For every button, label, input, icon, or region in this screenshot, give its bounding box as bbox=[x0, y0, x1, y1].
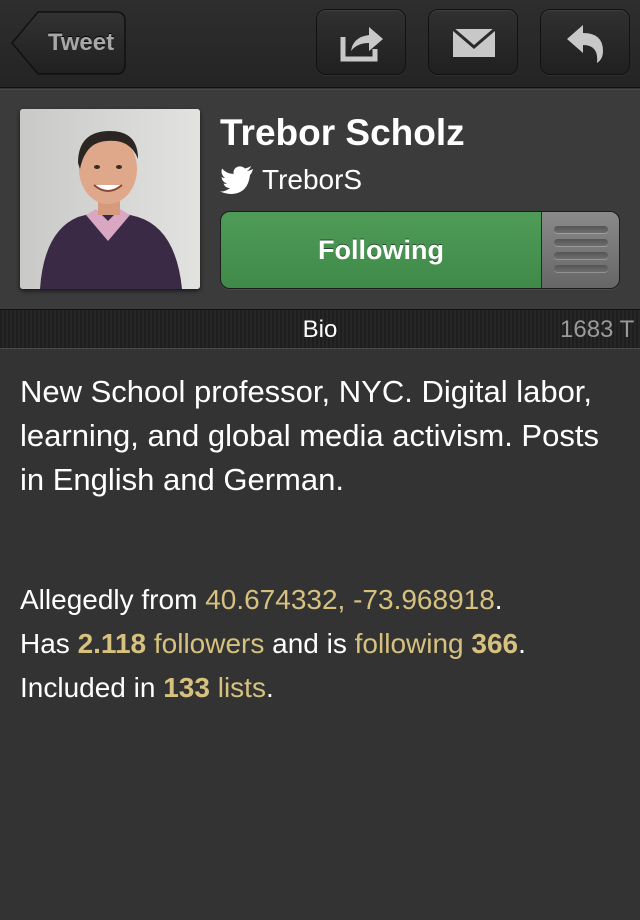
back-button-label: Tweet bbox=[47, 29, 115, 56]
tab-tweets[interactable]: 1683 T bbox=[560, 310, 634, 348]
profile-handle: TreborS bbox=[262, 164, 363, 195]
has-prefix: Has bbox=[20, 628, 78, 659]
menu-bar-icon bbox=[554, 226, 608, 233]
follow-options-button[interactable] bbox=[541, 212, 619, 288]
lists-link[interactable]: lists bbox=[210, 672, 266, 703]
handle-row: TreborS bbox=[220, 162, 362, 198]
location-line: Allegedly from 40.674332, -73.968918. bbox=[20, 578, 630, 622]
reply-button[interactable] bbox=[540, 9, 630, 75]
profile-name: Trebor Scholz bbox=[220, 112, 465, 153]
menu-bar-icon bbox=[554, 265, 608, 272]
following-count[interactable]: 366 bbox=[464, 628, 518, 659]
location-link[interactable]: 40.674332, -73.968918 bbox=[205, 584, 495, 615]
share-button[interactable] bbox=[316, 9, 406, 75]
lists-count[interactable]: 133 bbox=[163, 672, 210, 703]
profile-header: Trebor Scholz TreborS Following bbox=[0, 89, 640, 309]
profile-tab-strip: Bio 1683 T bbox=[0, 309, 640, 349]
reply-icon bbox=[567, 25, 603, 63]
location-suffix: . bbox=[494, 584, 503, 615]
following-link[interactable]: following bbox=[355, 628, 464, 659]
avatar[interactable] bbox=[20, 109, 200, 289]
bio-description: New School professor, NYC. Digital labor… bbox=[20, 374, 599, 497]
followers-count[interactable]: 2.118 bbox=[78, 628, 147, 659]
follow-stats-line: Has 2.118 followers and is following 366… bbox=[20, 622, 630, 666]
lists-line: Included in 133 lists. bbox=[20, 666, 630, 710]
mail-icon bbox=[452, 27, 496, 57]
bio-panel: New School professor, NYC. Digital labor… bbox=[0, 350, 640, 920]
following-suffix: . bbox=[518, 628, 526, 659]
avatar-photo bbox=[20, 109, 200, 289]
menu-bar-icon bbox=[554, 252, 608, 259]
profile-meta: Allegedly from 40.674332, -73.968918. Ha… bbox=[20, 578, 630, 710]
following-middle: and is bbox=[264, 628, 355, 659]
twitter-bird-icon bbox=[220, 166, 253, 194]
lists-prefix: Included in bbox=[20, 672, 164, 703]
share-icon bbox=[340, 27, 383, 62]
tab-bio[interactable]: Bio bbox=[280, 310, 360, 348]
mail-button[interactable] bbox=[428, 9, 518, 75]
follow-control: Following bbox=[220, 211, 620, 289]
following-button[interactable]: Following bbox=[221, 212, 541, 288]
lists-suffix: . bbox=[265, 672, 274, 703]
back-button[interactable]: Tweet bbox=[10, 11, 126, 75]
location-prefix: Allegedly from bbox=[20, 584, 206, 615]
top-toolbar: Tweet bbox=[0, 0, 640, 88]
followers-link[interactable]: followers bbox=[146, 628, 265, 659]
menu-bar-icon bbox=[554, 239, 608, 246]
